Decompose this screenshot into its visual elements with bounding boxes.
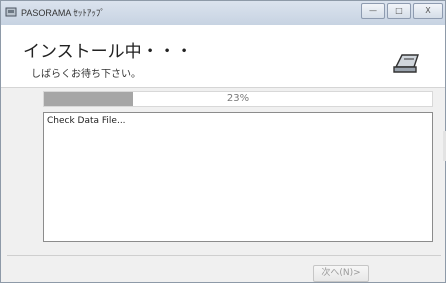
maximize-icon: □ <box>395 6 403 15</box>
maximize-button[interactable]: □ <box>387 3 411 19</box>
content-area: 23% Check Data File... <box>1 88 445 254</box>
footer-divider <box>7 255 441 256</box>
close-icon: X <box>425 6 431 15</box>
minimize-icon: — <box>369 6 377 15</box>
title-bar[interactable]: PASORAMA ｾｯﾄｱｯﾌﾟ — □ X <box>1 1 445 26</box>
log-textarea[interactable]: Check Data File... <box>43 112 433 242</box>
page-title: インストール中・・・ <box>23 42 193 62</box>
progress-bar: 23% <box>43 91 433 107</box>
next-button[interactable]: 次へ(N)> <box>313 265 369 282</box>
card-reader-icon <box>393 54 419 73</box>
progress-percent: 23% <box>226 93 250 104</box>
log-line: Check Data File... <box>47 116 126 126</box>
installer-window: PASORAMA ｾｯﾄｱｯﾌﾟ — □ X インストール中・・・ しばらくお待… <box>0 0 446 283</box>
close-button[interactable]: X <box>413 3 443 19</box>
header-panel: インストール中・・・ しばらくお待ち下さい。 <box>1 25 445 88</box>
page-subtitle: しばらくお待ち下さい。 <box>31 69 141 80</box>
window-title: PASORAMA ｾｯﾄｱｯﾌﾟ <box>21 8 105 18</box>
minimize-button[interactable]: — <box>361 3 385 19</box>
app-icon <box>5 7 17 17</box>
